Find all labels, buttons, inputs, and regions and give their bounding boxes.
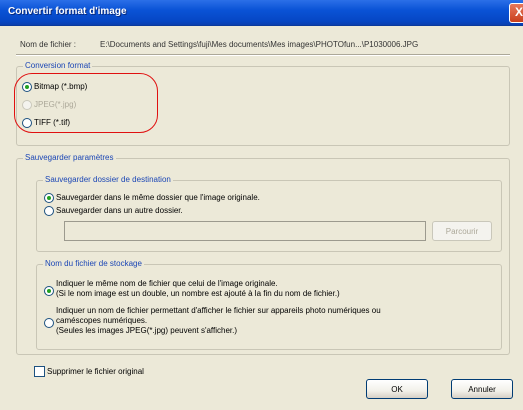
title-bar: Convertir format d'image X bbox=[0, 0, 523, 26]
delete-original-checkbox[interactable]: Supprimer le fichier original bbox=[34, 366, 144, 377]
camera-name-line1: Indiquer un nom de fichier permettant d'… bbox=[56, 306, 381, 315]
storage-name-title: Nom du fichier de stockage bbox=[43, 259, 144, 268]
radio-same-name[interactable]: Indiquer le même nom de fichier que celu… bbox=[44, 279, 340, 299]
radio-other-folder-label: Sauvegarder dans un autre dossier. bbox=[56, 206, 183, 215]
radio-other-folder[interactable]: Sauvegarder dans un autre dossier. bbox=[44, 206, 183, 216]
checkbox-indicator[interactable] bbox=[34, 366, 45, 377]
cancel-button[interactable]: Annuler bbox=[451, 379, 513, 399]
separator bbox=[16, 54, 510, 56]
file-name-value: E:\Documents and Settings\fuji\Mes docum… bbox=[100, 40, 419, 49]
same-name-line2: (Si le nom image est un double, un nombr… bbox=[56, 289, 340, 298]
close-icon: X bbox=[514, 5, 523, 19]
destination-folder-title: Sauvegarder dossier de destination bbox=[43, 175, 173, 184]
camera-name-line2: caméscopes numériques. bbox=[56, 316, 148, 325]
conversion-format-title: Conversion format bbox=[23, 61, 93, 70]
destination-path-field[interactable] bbox=[64, 221, 426, 241]
save-parameters-title: Sauvegarder paramètres bbox=[23, 153, 116, 162]
ok-button[interactable]: OK bbox=[366, 379, 428, 399]
destination-folder-group: Sauvegarder dossier de destination bbox=[36, 175, 502, 252]
radio-indicator[interactable] bbox=[44, 286, 54, 296]
radio-indicator[interactable] bbox=[44, 193, 54, 203]
radio-indicator[interactable] bbox=[44, 206, 54, 216]
delete-original-label: Supprimer le fichier original bbox=[47, 366, 144, 376]
ok-label: OK bbox=[391, 384, 403, 394]
same-name-line1: Indiquer le même nom de fichier que celu… bbox=[56, 279, 278, 288]
red-highlight-annotation bbox=[14, 73, 158, 133]
radio-indicator[interactable] bbox=[44, 318, 54, 328]
camera-name-line3: (Seules les images JPEG(*.jpg) peuvent s… bbox=[56, 326, 238, 335]
browse-button[interactable]: Parcourir bbox=[432, 221, 492, 241]
browse-label: Parcourir bbox=[445, 226, 479, 236]
file-name-label: Nom de fichier : bbox=[20, 40, 77, 49]
window-title: Convertir format d'image bbox=[8, 6, 127, 17]
cancel-label: Annuler bbox=[468, 384, 496, 394]
radio-camera-name[interactable]: Indiquer un nom de fichier permettant d'… bbox=[44, 306, 381, 336]
radio-same-folder[interactable]: Sauvegarder dans le même dossier que l'i… bbox=[44, 193, 260, 203]
radio-same-folder-label: Sauvegarder dans le même dossier que l'i… bbox=[56, 193, 260, 202]
close-button[interactable]: X bbox=[509, 3, 523, 23]
